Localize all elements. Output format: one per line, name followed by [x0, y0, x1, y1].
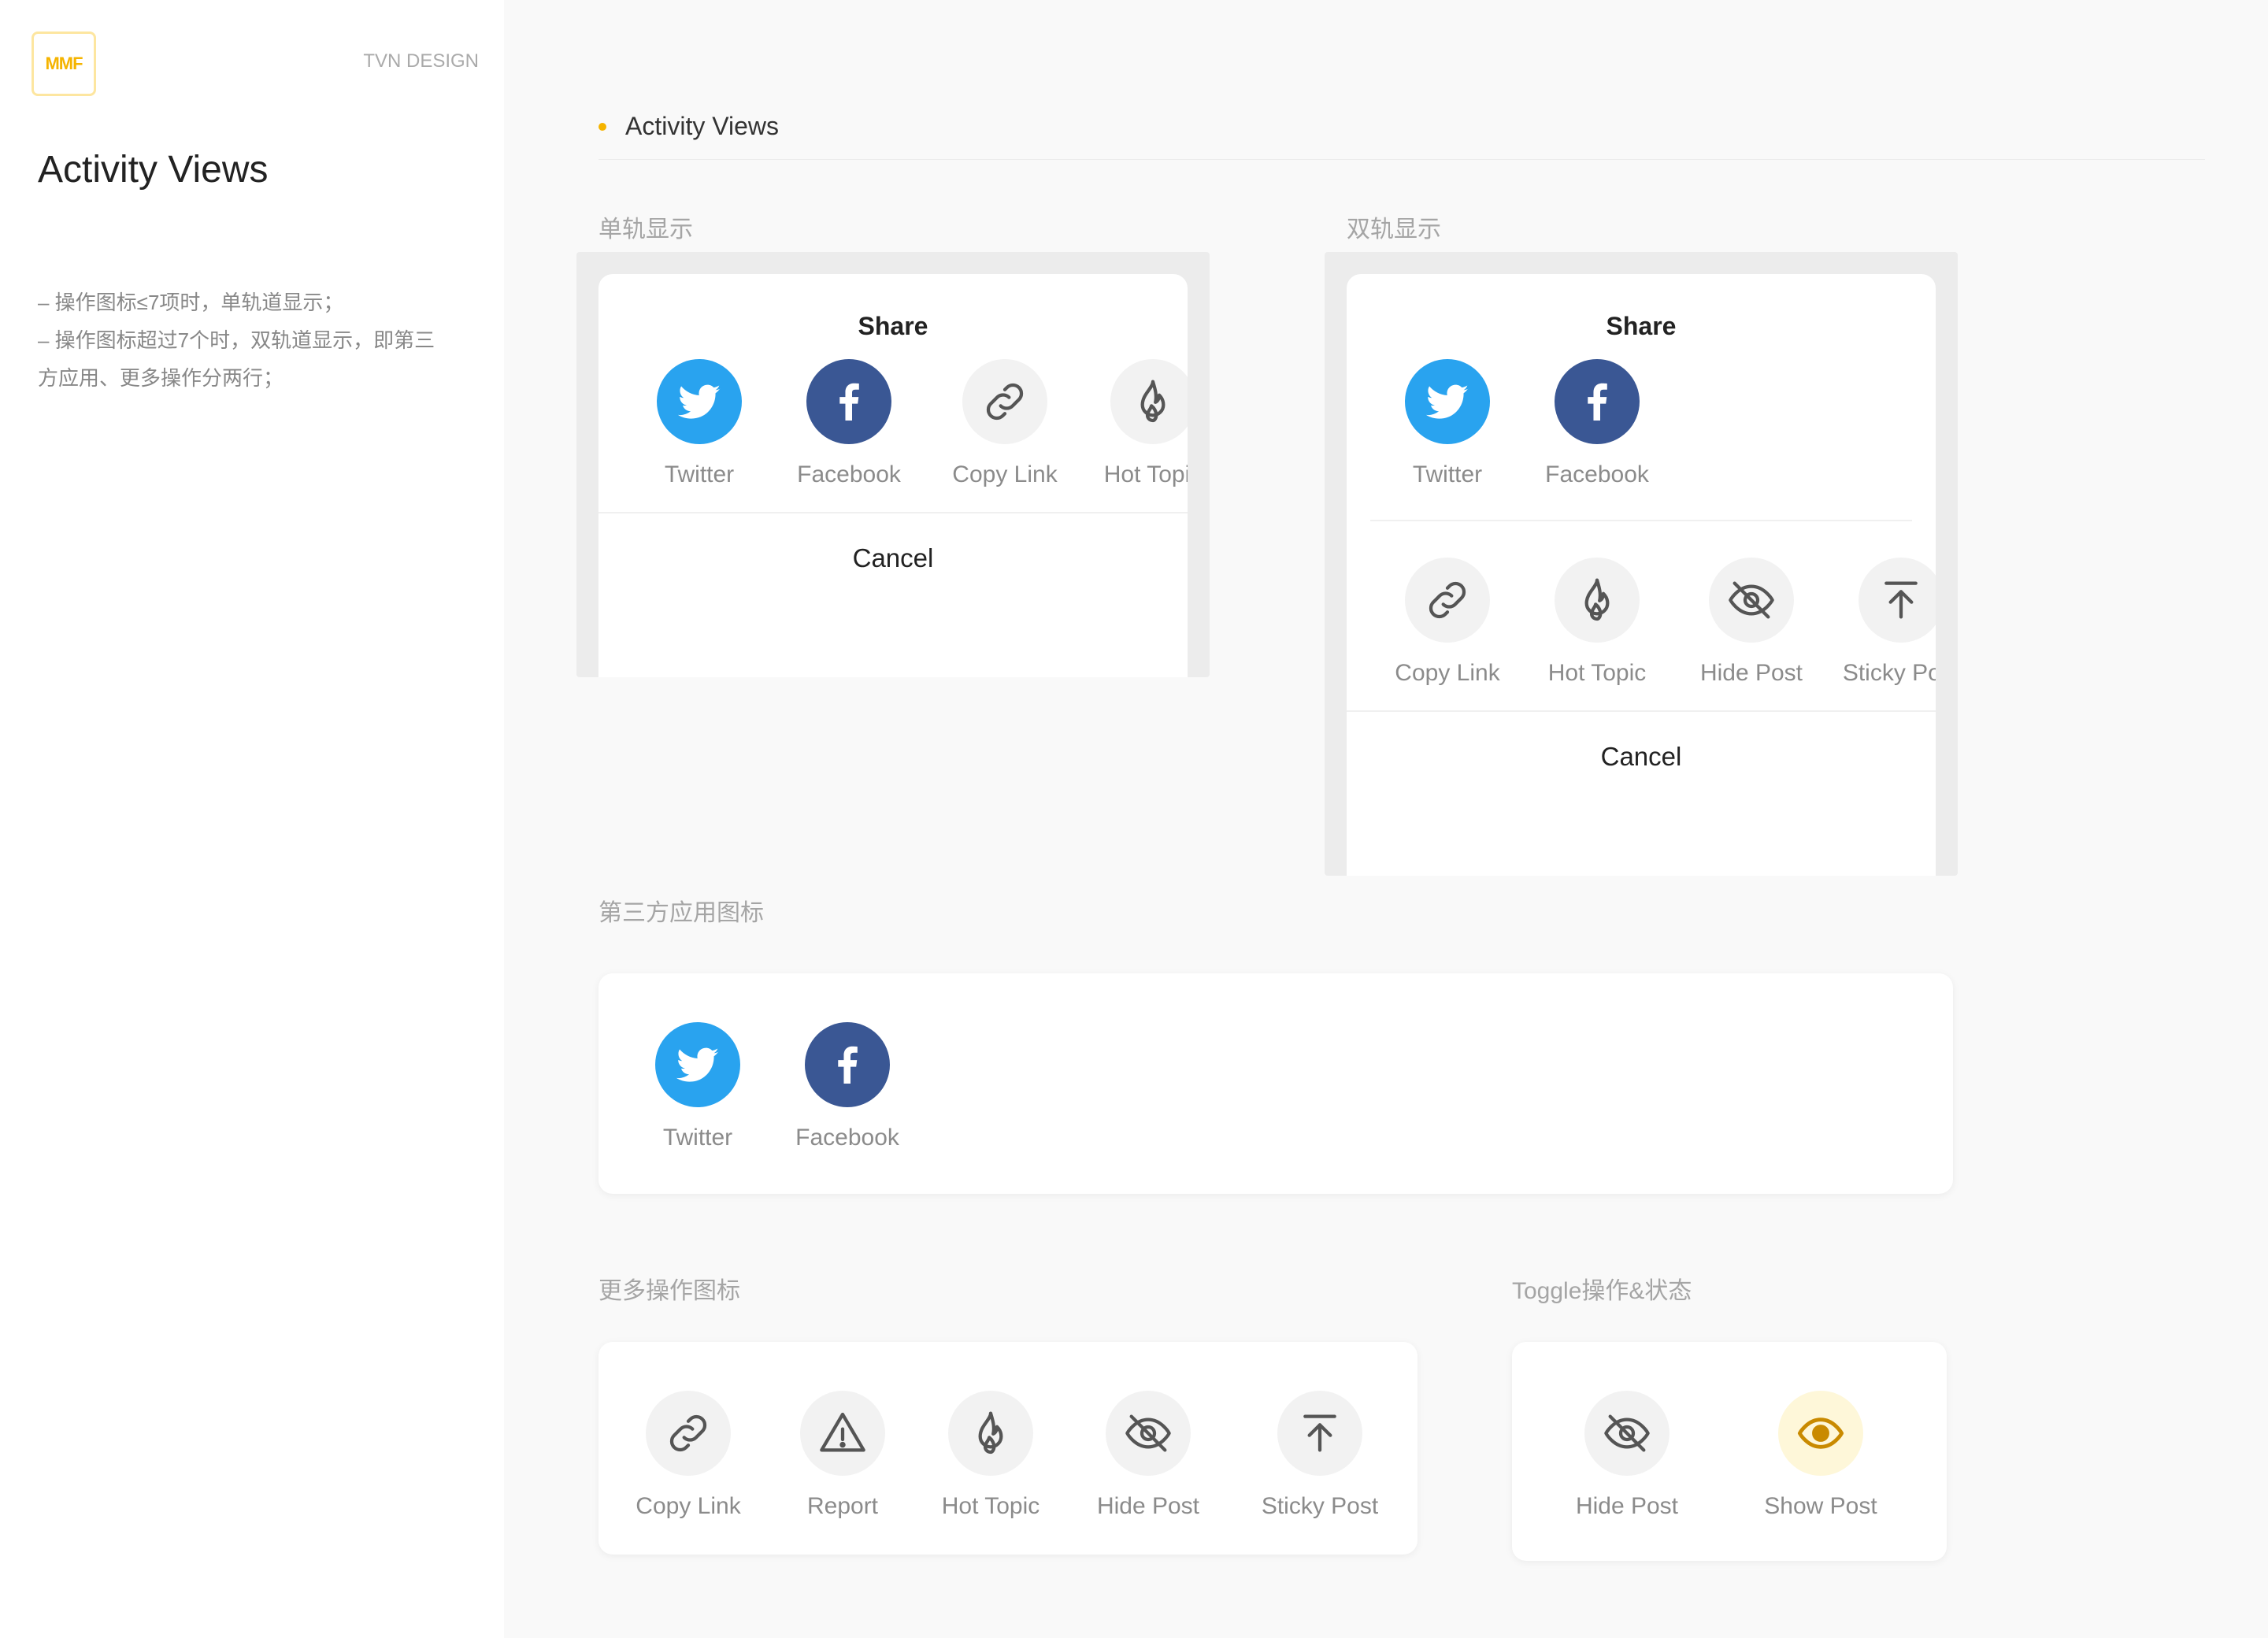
sheet-divider: [1347, 710, 1936, 712]
sheet-divider: [598, 512, 1188, 513]
page-title: Activity Views: [38, 149, 269, 191]
link-icon: [1405, 558, 1490, 643]
bullet-dot: [598, 122, 606, 131]
facebook-icon: [806, 359, 891, 444]
twitter-icon: [657, 359, 742, 444]
more-actions-label: 更多操作图标: [598, 1278, 740, 1304]
action-label: Hot Topic: [941, 1493, 1040, 1519]
single-track-frame: Share Twitter Facebook Copy Link Hot Top…: [576, 252, 1210, 677]
section-header: Activity Views: [598, 112, 779, 141]
toggle-hide-post[interactable]: Hide Post: [1556, 1391, 1698, 1525]
share-sheet-single: Share Twitter Facebook Copy Link Hot Top…: [598, 274, 1188, 677]
share-item-hot-topic[interactable]: Hot Topic: [1526, 558, 1668, 691]
share-item-hide-post[interactable]: Hide Post: [1681, 558, 1822, 691]
sheet-title: Share: [858, 312, 928, 340]
sheet-title: Share: [1606, 312, 1677, 340]
section-title: Activity Views: [625, 112, 780, 140]
app-item-facebook[interactable]: Facebook: [776, 1022, 918, 1156]
toggle-label-text: Hide Post: [1575, 1493, 1679, 1519]
description-line: – 操作图标≤7项时，单轨道显示；: [38, 291, 344, 314]
action-hot-topic[interactable]: Hot Topic: [920, 1391, 1062, 1525]
facebook-icon: [805, 1022, 890, 1107]
description-line: – 操作图标超过7个时，双轨道显示，即第三: [38, 328, 435, 352]
cancel-button[interactable]: Cancel: [598, 543, 1188, 573]
action-label: Report: [806, 1493, 879, 1519]
eye-off-icon: [1106, 1391, 1191, 1476]
share-item-twitter[interactable]: Twitter: [1377, 359, 1518, 493]
eye-off-icon: [1584, 1391, 1670, 1476]
link-icon: [646, 1391, 731, 1476]
action-sticky-post[interactable]: Sticky Post: [1249, 1391, 1391, 1525]
action-label: Hide Post: [1096, 1493, 1200, 1519]
toggle-card: Hide Post Show Post: [1512, 1342, 1947, 1561]
warning-icon: [800, 1391, 885, 1476]
double-track-label: 双轨显示: [1347, 217, 1441, 243]
share-item-label: Facebook: [1545, 461, 1649, 487]
sidebar: MMF TVN DESIGN Activity Views – 操作图标≤7项时…: [0, 0, 504, 1638]
toggle-label-text: Show Post: [1764, 1493, 1877, 1519]
share-item-label: Hide Post: [1699, 660, 1803, 686]
share-item-twitter[interactable]: Twitter: [628, 359, 770, 493]
cancel-button[interactable]: Cancel: [1347, 742, 1936, 772]
action-label: Sticky Post: [1261, 1493, 1379, 1519]
app-item-twitter[interactable]: Twitter: [627, 1022, 769, 1156]
header-divider: [598, 159, 2205, 160]
action-label: Copy Link: [636, 1493, 741, 1519]
third-party-label: 第三方应用图标: [598, 900, 764, 926]
share-item-copy-link[interactable]: Copy Link: [1377, 558, 1518, 691]
share-item-label: Twitter: [1412, 461, 1483, 487]
arrow-to-top-icon: [1277, 1391, 1362, 1476]
third-party-card: Twitter Facebook: [598, 973, 1953, 1194]
double-track-frame: Share Twitter Facebook Copy Link Hot Top…: [1325, 252, 1958, 876]
share-item-label: Twitter: [664, 461, 735, 487]
flame-icon: [948, 1391, 1033, 1476]
action-hide-post[interactable]: Hide Post: [1077, 1391, 1219, 1525]
share-item-hot-topic[interactable]: Hot Topic: [1082, 359, 1188, 493]
share-item-copy-link[interactable]: Copy Link: [934, 359, 1076, 493]
eye-off-icon: [1709, 558, 1794, 643]
share-item-facebook[interactable]: Facebook: [778, 359, 920, 493]
action-report[interactable]: Report: [772, 1391, 914, 1525]
arrow-to-top-icon: [1858, 558, 1936, 643]
row-divider: [1370, 520, 1912, 521]
share-item-label: Copy Link: [1395, 660, 1500, 686]
app-item-label: Twitter: [662, 1125, 733, 1151]
app-item-label: Facebook: [795, 1125, 899, 1151]
facebook-icon: [1555, 359, 1640, 444]
share-item-label: Hot Topic: [1103, 461, 1188, 487]
toggle-show-post[interactable]: Show Post: [1750, 1391, 1892, 1525]
share-item-facebook[interactable]: Facebook: [1526, 359, 1668, 493]
flame-icon: [1555, 558, 1640, 643]
share-item-label: Facebook: [797, 461, 901, 487]
logo: MMF: [32, 32, 96, 96]
share-item-label: Hot Topic: [1547, 660, 1647, 686]
description-line: 方应用、更多操作分两行；: [38, 366, 284, 390]
share-item-label: Sticky Post: [1842, 660, 1936, 686]
share-sheet-double: Share Twitter Facebook Copy Link Hot Top…: [1347, 274, 1936, 876]
action-copy-link[interactable]: Copy Link: [617, 1391, 759, 1525]
flame-icon: [1110, 359, 1188, 444]
link-icon: [962, 359, 1047, 444]
description: – 操作图标≤7项时，单轨道显示； – 操作图标超过7个时，双轨道显示，即第三 …: [38, 284, 479, 397]
toggle-label: Toggle操作&状态: [1512, 1278, 1692, 1304]
brand-name: TVN DESIGN: [363, 50, 479, 72]
share-item-sticky-post[interactable]: Sticky Post: [1830, 558, 1936, 691]
twitter-icon: [1405, 359, 1490, 444]
twitter-icon: [655, 1022, 740, 1107]
eye-icon: [1778, 1391, 1863, 1476]
share-item-label: Copy Link: [952, 461, 1058, 487]
more-actions-card: Copy Link Report Hot Topic Hide Post Sti…: [598, 1342, 1418, 1555]
single-track-label: 单轨显示: [598, 217, 693, 243]
